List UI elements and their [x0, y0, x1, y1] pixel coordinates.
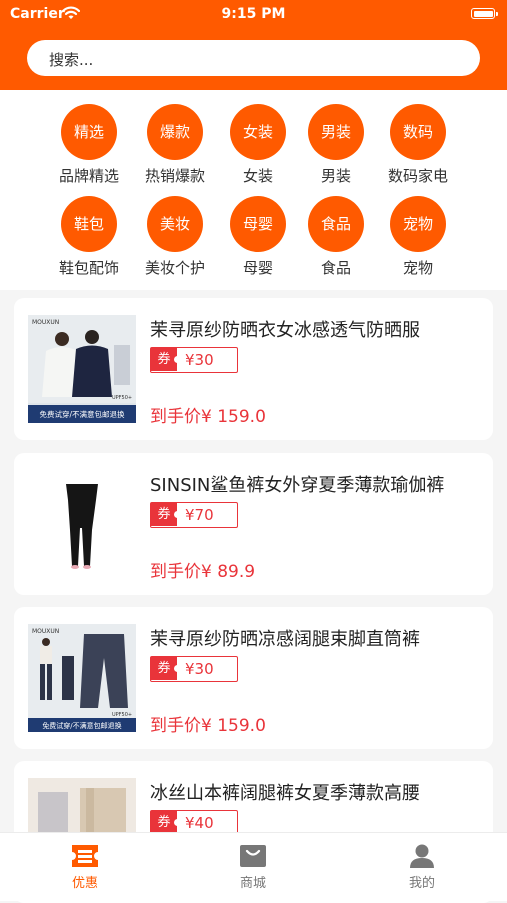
- product-card[interactable]: MOUXUN UPF50+ 免费试穿/不满意包邮退换 茉寻原纱防晒衣女冰感透气防…: [14, 298, 493, 440]
- category-label: 热销爆款: [144, 167, 205, 185]
- product-image-brand: MOUXUN: [32, 628, 59, 635]
- tab-bar: 优惠 商城 我的: [0, 832, 507, 901]
- category-pets[interactable]: 宠物 宠物: [378, 196, 458, 278]
- coupon-icon: [72, 845, 98, 867]
- category-label: 鞋包配饰: [58, 259, 119, 277]
- category-womens[interactable]: 女装 女装: [218, 104, 298, 186]
- tab-label: 优惠: [71, 876, 98, 891]
- product-image: [28, 470, 136, 578]
- category-icon: 女装: [230, 104, 286, 160]
- product-title: SINSIN鲨鱼裤女外穿夏季薄款瑜伽裤: [150, 475, 445, 496]
- battery-icon: [471, 8, 498, 19]
- product-image-banner: 免费试穿/不满意包邮退换: [42, 721, 121, 730]
- coupon-tag: 券: [151, 657, 181, 680]
- category-food[interactable]: 食品 食品: [296, 196, 376, 278]
- coupon-amount: ¥30: [185, 351, 214, 369]
- tab-profile[interactable]: 我的: [372, 833, 472, 901]
- status-time: 9:15 PM: [221, 6, 286, 22]
- category-grid: 精选 品牌精选 爆款 热销爆款 女装 女装 男装 男装 数码 数码家电 鞋包 鞋…: [0, 90, 507, 290]
- final-price: 到手价¥ 159.0: [150, 716, 266, 736]
- category-label: 宠物: [402, 259, 433, 277]
- product-title: 茉寻原纱防晒凉感阔腿束脚直筒裤: [150, 629, 420, 650]
- tab-mall[interactable]: 商城: [203, 833, 303, 901]
- product-image-spec: UPF50+: [112, 712, 132, 718]
- category-icon: 母婴: [230, 196, 286, 252]
- product-image-spec: UPF50+: [112, 395, 132, 401]
- tab-label: 我的: [408, 876, 435, 891]
- coupon-tag: 券: [151, 503, 181, 526]
- category-shoes-bags[interactable]: 鞋包 鞋包配饰: [49, 196, 129, 278]
- shop-bag-icon: [240, 845, 266, 867]
- search-input[interactable]: 搜索...: [27, 40, 480, 76]
- coupon-amount: ¥30: [185, 660, 214, 678]
- product-image: MOUXUN UPF50+ 免费试穿/不满意包邮退换: [28, 624, 136, 732]
- category-label: 数码家电: [387, 167, 448, 185]
- coupon-badge[interactable]: 券 ¥30: [150, 656, 238, 682]
- category-icon: 数码: [390, 104, 446, 160]
- category-label: 母婴: [242, 259, 273, 277]
- final-price: 到手价¥ 89.9: [150, 562, 256, 582]
- status-bar: Carrier 9:15 PM: [0, 0, 507, 28]
- coupon-tag: 券: [151, 811, 181, 834]
- category-icon: 食品: [308, 196, 364, 252]
- category-baby[interactable]: 母婴 母婴: [218, 196, 298, 278]
- category-icon: 爆款: [147, 104, 203, 160]
- coupon-amount: ¥70: [185, 506, 214, 524]
- coupon-badge[interactable]: 券 ¥70: [150, 502, 238, 528]
- category-label: 美妆个护: [144, 259, 205, 277]
- product-title: 冰丝山本裤阔腿裤女夏季薄款高腰: [150, 783, 420, 804]
- category-icon: 宠物: [390, 196, 446, 252]
- category-label: 男装: [320, 167, 351, 185]
- category-beauty[interactable]: 美妆 美妆个护: [135, 196, 215, 278]
- coupon-badge[interactable]: 券 ¥30: [150, 347, 238, 373]
- category-icon: 鞋包: [61, 196, 117, 252]
- header-bar: Carrier 9:15 PM 搜索...: [0, 0, 507, 90]
- search-placeholder: 搜索...: [49, 51, 94, 69]
- tab-deals[interactable]: 优惠: [35, 833, 135, 901]
- category-label: 女装: [242, 167, 273, 185]
- person-icon: [410, 844, 434, 868]
- product-card[interactable]: SINSIN鲨鱼裤女外穿夏季薄款瑜伽裤 券 ¥70 到手价¥ 89.9: [14, 453, 493, 595]
- category-hot-items[interactable]: 爆款 热销爆款: [135, 104, 215, 186]
- category-icon: 精选: [61, 104, 117, 160]
- tab-label: 商城: [239, 876, 266, 891]
- product-image-brand: MOUXUN: [32, 319, 59, 326]
- category-icon: 美妆: [147, 196, 203, 252]
- category-label: 食品: [320, 259, 351, 277]
- product-card[interactable]: MOUXUN UPF50+ 免费试穿/不满意包邮退换 茉寻原纱防晒凉感阔腿束脚直…: [14, 607, 493, 749]
- category-label: 品牌精选: [58, 167, 119, 185]
- coupon-amount: ¥40: [185, 814, 214, 832]
- product-image: MOUXUN UPF50+ 免费试穿/不满意包邮退换: [28, 315, 136, 423]
- final-price: 到手价¥ 159.0: [150, 407, 266, 427]
- category-icon: 男装: [308, 104, 364, 160]
- product-title: 茉寻原纱防晒衣女冰感透气防晒服: [150, 320, 420, 341]
- product-image-banner: 免费试穿/不满意包邮退换: [39, 409, 125, 419]
- category-brand-select[interactable]: 精选 品牌精选: [49, 104, 129, 186]
- category-mens[interactable]: 男装 男装: [296, 104, 376, 186]
- coupon-tag: 券: [151, 348, 181, 371]
- category-digital[interactable]: 数码 数码家电: [378, 104, 458, 186]
